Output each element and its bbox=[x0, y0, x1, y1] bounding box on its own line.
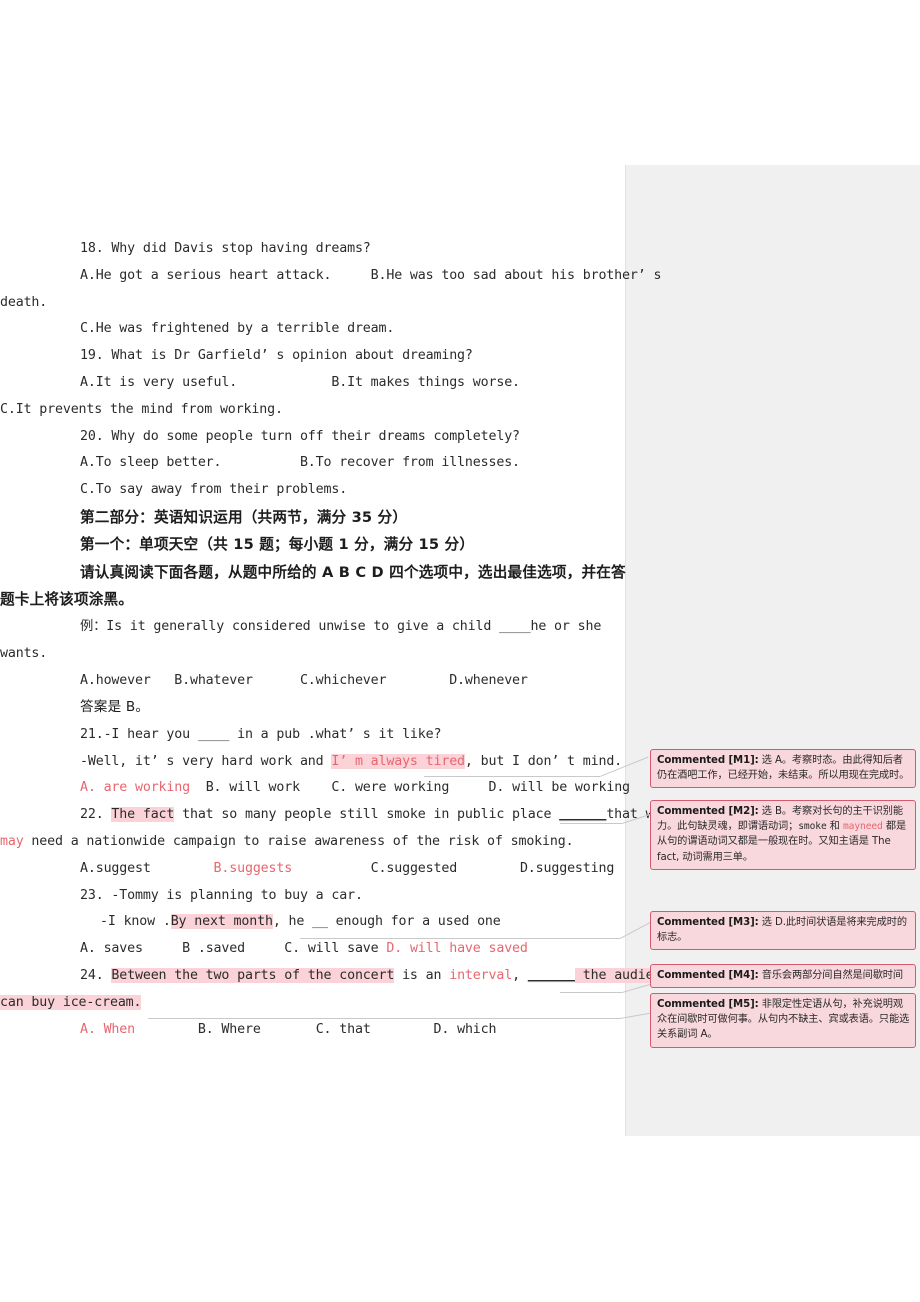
q24-highlight-line2: can buy ice-cream. bbox=[0, 994, 142, 1010]
question-20-stem: 20. Why do some people turn off their dr… bbox=[80, 428, 520, 444]
q22-option-a: A.suggest bbox=[80, 860, 151, 876]
q23-highlight-by-next-month: By next month bbox=[170, 914, 273, 930]
question-24-options: A. When B. Where C. that D. which bbox=[0, 1017, 625, 1044]
q22-option-d: D.suggesting bbox=[519, 860, 615, 876]
question-18-stem: 18. Why did Davis stop having dreams? bbox=[80, 241, 371, 256]
q24-number: 24. bbox=[80, 968, 112, 984]
question-23-options: A. saves B .saved C. will save D. will h… bbox=[0, 936, 625, 963]
instructions-line-1: 请认真阅读下面各题，从题中所给的 A B C D 四个选项中，选出最佳选项，并在… bbox=[80, 563, 626, 581]
comment-balloon-m2[interactable]: Commented [M2]: 选 B。考察对长句的主干识别能力。此句缺灵魂，即… bbox=[650, 800, 916, 870]
anchor-rule-m1 bbox=[424, 776, 600, 777]
q22-highlight-the-fact: The fact bbox=[111, 807, 175, 823]
comment-tag-m4: Commented [M4]: bbox=[657, 970, 759, 981]
anchor-rule-m2 bbox=[560, 823, 622, 824]
q24-mid1: is an bbox=[394, 968, 450, 984]
comment-tag-m2: Commented [M2]: bbox=[657, 806, 759, 817]
instructions-line-2: 题卡上将该项涂黑。 bbox=[0, 591, 134, 609]
comment-body-m2-red: mayneed bbox=[843, 821, 883, 833]
section-one-heading: 第一个：单项天空（共 15 题；每小题 1 分，满分 15 分） bbox=[80, 536, 475, 554]
question-21-stem: 21.-I hear you ____ in a pub .what’ s it… bbox=[80, 726, 442, 742]
question-22-options: A.suggest B.suggests C.suggested D.sugge… bbox=[0, 856, 625, 883]
q21-reply-suffix: , but I don’ t mind. bbox=[464, 753, 623, 769]
question-18-options-ab: A.He got a serious heart attack. B.He wa… bbox=[80, 267, 662, 283]
comment-balloon-m5[interactable]: Commented [M5]: 非限定性定语从句，补充说明观众在间歇时可做何事。… bbox=[650, 993, 916, 1048]
question-18-options-ab-cont: death. bbox=[0, 294, 48, 310]
question-20-options-ab: A.To sleep better. B.To recover from ill… bbox=[80, 455, 520, 471]
q23-option-c: C. will save bbox=[284, 941, 379, 957]
comment-balloon-m4[interactable]: Commented [M4]: 音乐会两部分间自然是间歇时间 bbox=[650, 964, 916, 989]
q23-option-a: A. saves bbox=[80, 941, 143, 957]
section-part-two-heading: 第二部分：英语知识运用（共两节，满分 35 分） bbox=[80, 508, 408, 526]
example-stem-line-2: wants. bbox=[0, 645, 48, 661]
q22-blank: ______ bbox=[559, 807, 607, 823]
comment-balloon-m1[interactable]: Commented [M1]: 选 A。考察时态。由此得知后者仍在酒吧工作，已经… bbox=[650, 749, 916, 789]
question-20-option-c: C.To say away from their problems. bbox=[80, 482, 348, 498]
question-22-stem-line-1: 22. The fact that so many people still s… bbox=[0, 802, 661, 829]
q23-option-b: B .saved bbox=[182, 941, 245, 957]
q22-option-b: B.suggests bbox=[213, 860, 293, 876]
question-23-stem-line-1: 23. -Tommy is planning to buy a car. bbox=[80, 887, 363, 903]
question-21-options: A. are working B. will work C. were work… bbox=[0, 775, 630, 802]
q24-blank: ______ bbox=[527, 968, 575, 984]
q24-option-c: C. that bbox=[315, 1021, 371, 1037]
question-19-stem: 19. What is Dr Garfield’ s opinion about… bbox=[80, 348, 473, 364]
question-19-options-ab: A.It is very useful. B.It makes things w… bbox=[80, 374, 520, 390]
anchor-rule-m5 bbox=[148, 1018, 620, 1019]
q21-option-b: B. will work bbox=[205, 780, 300, 796]
q23-suffix: , he __ enough for a used one bbox=[272, 914, 501, 930]
comment-body-m2-mono: smoke bbox=[798, 821, 827, 833]
comment-tag-m1: Commented [M1]: bbox=[657, 755, 759, 766]
question-24-stem-line-2: can buy ice-cream. bbox=[0, 990, 625, 1017]
comment-tag-m5: Commented [M5]: bbox=[657, 999, 759, 1010]
comment-margin-panel bbox=[625, 165, 920, 1136]
q22-line2-rest: need a nationwide campaign to raise awar… bbox=[23, 834, 574, 850]
question-18-option-c: C.He was frightened by a terrible dream. bbox=[80, 321, 395, 337]
example-options: A.however B.whatever C.whichever D.whene… bbox=[80, 672, 528, 688]
comment-body-m4: 音乐会两部分间自然是间歇时间 bbox=[758, 970, 903, 981]
q24-highlight-between: Between the two parts of the concert bbox=[111, 968, 395, 984]
q22-number: 22. bbox=[80, 807, 112, 823]
q23-prefix: -I know . bbox=[100, 914, 171, 930]
question-22-stem-line-2: may need a nationwide campaign to raise … bbox=[0, 829, 625, 856]
q23-option-d: D. will have saved bbox=[386, 941, 528, 957]
anchor-rule-m3 bbox=[300, 938, 620, 939]
comment-balloon-m3[interactable]: Commented [M3]: 选 D.此时间状语是将来完成时的标志。 bbox=[650, 911, 916, 951]
q21-highlight: I’ m always tired bbox=[331, 753, 465, 769]
q21-option-a: A. are working bbox=[80, 780, 190, 796]
q24-mid2: , bbox=[512, 968, 528, 984]
q22-mid: that so many people still smoke in publi… bbox=[174, 807, 560, 823]
q24-option-b: B. Where bbox=[197, 1021, 261, 1037]
q21-option-d: D. will be working bbox=[488, 780, 631, 796]
question-24-stem-line-1: 24. Between the two parts of the concert… bbox=[0, 963, 677, 990]
q24-red-interval: interval bbox=[449, 968, 513, 984]
document-body: 18. Why did Davis stop having dreams? A.… bbox=[0, 236, 677, 1044]
q22-red-may: may bbox=[0, 834, 24, 850]
anchor-rule-m4 bbox=[560, 992, 622, 993]
q22-option-c: C.suggested bbox=[370, 860, 458, 876]
question-19-option-c: C.It prevents the mind from working. bbox=[0, 401, 283, 417]
example-answer: 答案是 B。 bbox=[80, 699, 150, 716]
q24-option-d: D. which bbox=[433, 1021, 497, 1037]
question-21-reply: -Well, it’ s very hard work and I’ m alw… bbox=[0, 749, 625, 776]
document-page: 18. Why did Davis stop having dreams? A.… bbox=[0, 0, 920, 1302]
question-23-stem-line-2: -I know .By next month, he __ enough for… bbox=[0, 909, 625, 936]
q21-reply-prefix: -Well, it’ s very hard work and bbox=[80, 753, 332, 769]
comment-body-m2-b: 和 bbox=[826, 821, 843, 833]
q21-option-c: C. were working bbox=[331, 780, 450, 796]
comment-tag-m3: Commented [M3]: bbox=[657, 917, 759, 928]
q24-option-a: A. When bbox=[80, 1021, 135, 1037]
example-stem-line-1: 例：Is it generally considered unwise to g… bbox=[80, 618, 602, 634]
